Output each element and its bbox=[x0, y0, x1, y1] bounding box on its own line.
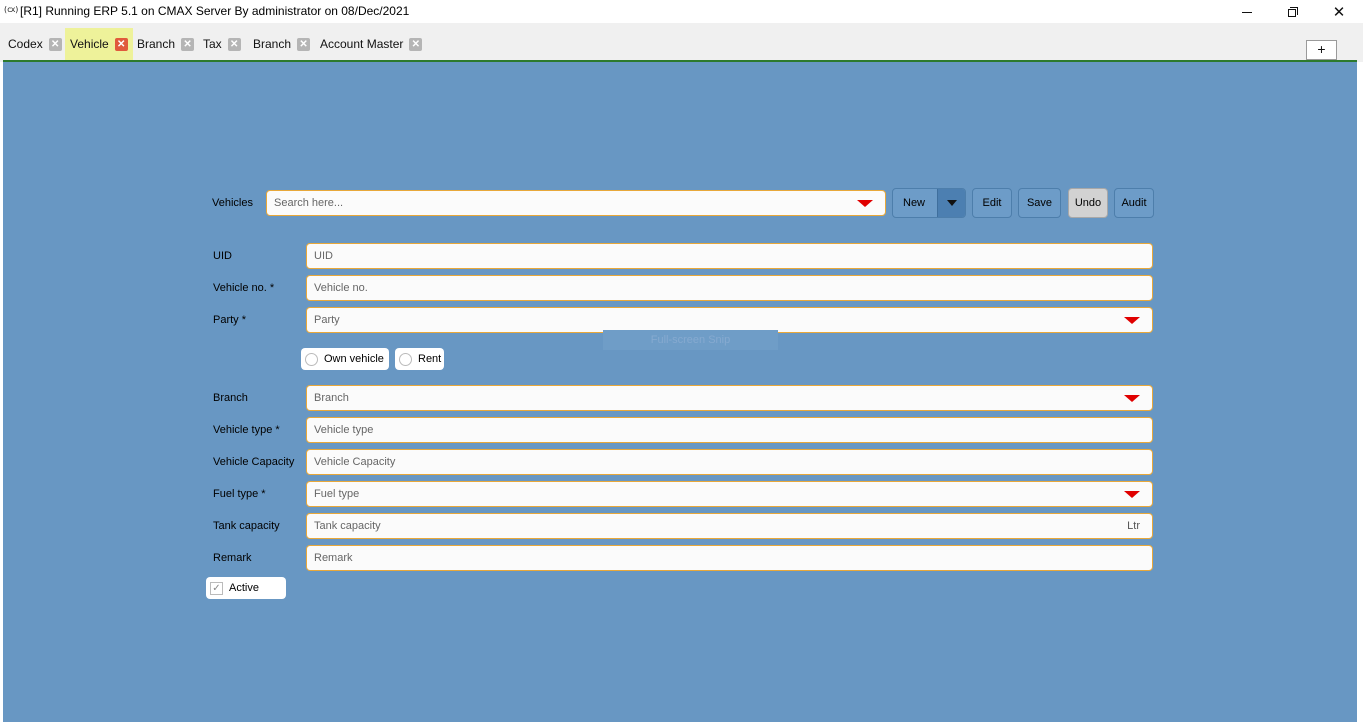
vehicle-type-label: Vehicle type * bbox=[213, 424, 280, 436]
tab-codex[interactable]: Codex ✕ bbox=[3, 28, 67, 60]
radio-icon bbox=[399, 352, 412, 366]
dropdown-arrow-icon[interactable] bbox=[1124, 395, 1140, 402]
remark-label: Remark bbox=[213, 552, 252, 564]
tab-vehicle[interactable]: Vehicle ✕ bbox=[65, 28, 133, 60]
window-title: [R1] Running ERP 5.1 on CMAX Server By a… bbox=[20, 4, 410, 18]
tab-tax[interactable]: Tax ✕ bbox=[198, 28, 246, 60]
rent-radio[interactable]: Rent bbox=[395, 348, 444, 370]
new-dropdown-button[interactable] bbox=[937, 189, 965, 217]
restore-button[interactable] bbox=[1270, 0, 1316, 23]
minimize-icon bbox=[1242, 11, 1252, 13]
tank-capacity-unit: Ltr bbox=[1127, 520, 1140, 532]
tab-close-icon[interactable]: ✕ bbox=[114, 37, 128, 51]
restore-icon bbox=[1288, 6, 1298, 17]
tab-close-icon[interactable]: ✕ bbox=[409, 37, 423, 51]
remark-field[interactable]: Remark bbox=[306, 545, 1153, 571]
minimize-button[interactable] bbox=[1224, 0, 1270, 23]
tab-label: Account Master bbox=[320, 37, 404, 51]
save-button[interactable]: Save bbox=[1018, 188, 1061, 218]
own-vehicle-radio[interactable]: Own vehicle bbox=[301, 348, 389, 370]
tab-label: Branch bbox=[137, 37, 176, 51]
tab-label: Tax bbox=[203, 37, 222, 51]
active-label: Active bbox=[229, 582, 259, 594]
vehicle-capacity-field[interactable]: Vehicle Capacity bbox=[306, 449, 1153, 475]
tab-branch-2[interactable]: Branch ✕ bbox=[248, 28, 315, 60]
fuel-type-select[interactable]: Fuel type bbox=[306, 481, 1153, 507]
tab-strip: Codex ✕ Vehicle ✕ Branch ✕ Tax ✕ Branch … bbox=[0, 23, 1363, 62]
dropdown-arrow-icon[interactable] bbox=[1124, 317, 1140, 324]
audit-button[interactable]: Audit bbox=[1114, 188, 1154, 218]
tank-capacity-label: Tank capacity bbox=[213, 520, 280, 532]
party-label: Party * bbox=[213, 314, 247, 326]
uid-field[interactable]: UID bbox=[306, 243, 1153, 269]
tab-close-icon[interactable]: ✕ bbox=[181, 37, 195, 51]
active-checkbox[interactable]: ✓ Active bbox=[206, 577, 286, 599]
checkbox-icon: ✓ bbox=[210, 581, 223, 595]
title-bar: (cx) [R1] Running ERP 5.1 on CMAX Server… bbox=[0, 0, 1363, 23]
vehicle-no-label: Vehicle no. * bbox=[213, 282, 275, 294]
undo-button[interactable]: Undo bbox=[1068, 188, 1108, 218]
dropdown-arrow-icon[interactable] bbox=[1124, 491, 1140, 498]
tank-capacity-field[interactable]: Tank capacity Ltr bbox=[306, 513, 1153, 539]
vehicle-no-field[interactable]: Vehicle no. bbox=[306, 275, 1153, 301]
dropdown-arrow-icon[interactable] bbox=[857, 200, 873, 207]
tab-close-icon[interactable]: ✕ bbox=[227, 37, 241, 51]
close-window-button[interactable]: ✕ bbox=[1316, 0, 1362, 23]
tab-close-icon[interactable]: ✕ bbox=[297, 37, 311, 51]
snip-overlay: Full-screen Snip bbox=[603, 330, 778, 350]
branch-label: Branch bbox=[213, 392, 248, 404]
app-logo-icon: (cx) bbox=[3, 5, 19, 14]
uid-label: UID bbox=[213, 250, 232, 262]
vehicle-capacity-label: Vehicle Capacity bbox=[213, 456, 295, 468]
edit-button[interactable]: Edit bbox=[972, 188, 1012, 218]
close-icon: ✕ bbox=[1332, 3, 1346, 21]
own-vehicle-label: Own vehicle bbox=[324, 353, 384, 365]
tab-label: Branch bbox=[253, 37, 292, 51]
vehicle-form-panel: Vehicles Search here... New Edit Save Un… bbox=[3, 62, 1357, 722]
search-label: Vehicles bbox=[212, 197, 253, 209]
chevron-down-icon bbox=[946, 200, 957, 206]
tab-label: Codex bbox=[8, 37, 43, 51]
radio-icon bbox=[305, 352, 318, 366]
tab-account-master[interactable]: Account Master ✕ bbox=[315, 28, 427, 60]
rent-label: Rent bbox=[418, 353, 442, 365]
tab-close-icon[interactable]: ✕ bbox=[48, 37, 62, 51]
new-button[interactable]: New bbox=[892, 188, 966, 218]
tank-capacity-placeholder: Tank capacity bbox=[314, 520, 381, 532]
branch-select[interactable]: Branch bbox=[306, 385, 1153, 411]
tab-label: Vehicle bbox=[70, 37, 109, 51]
new-button-label: New bbox=[903, 197, 926, 209]
vehicle-type-field[interactable]: Vehicle type bbox=[306, 417, 1153, 443]
fuel-type-label: Fuel type * bbox=[213, 488, 266, 500]
tab-branch[interactable]: Branch ✕ bbox=[132, 28, 199, 60]
search-input[interactable]: Search here... bbox=[266, 190, 886, 216]
add-tab-button[interactable]: + bbox=[1306, 40, 1337, 60]
